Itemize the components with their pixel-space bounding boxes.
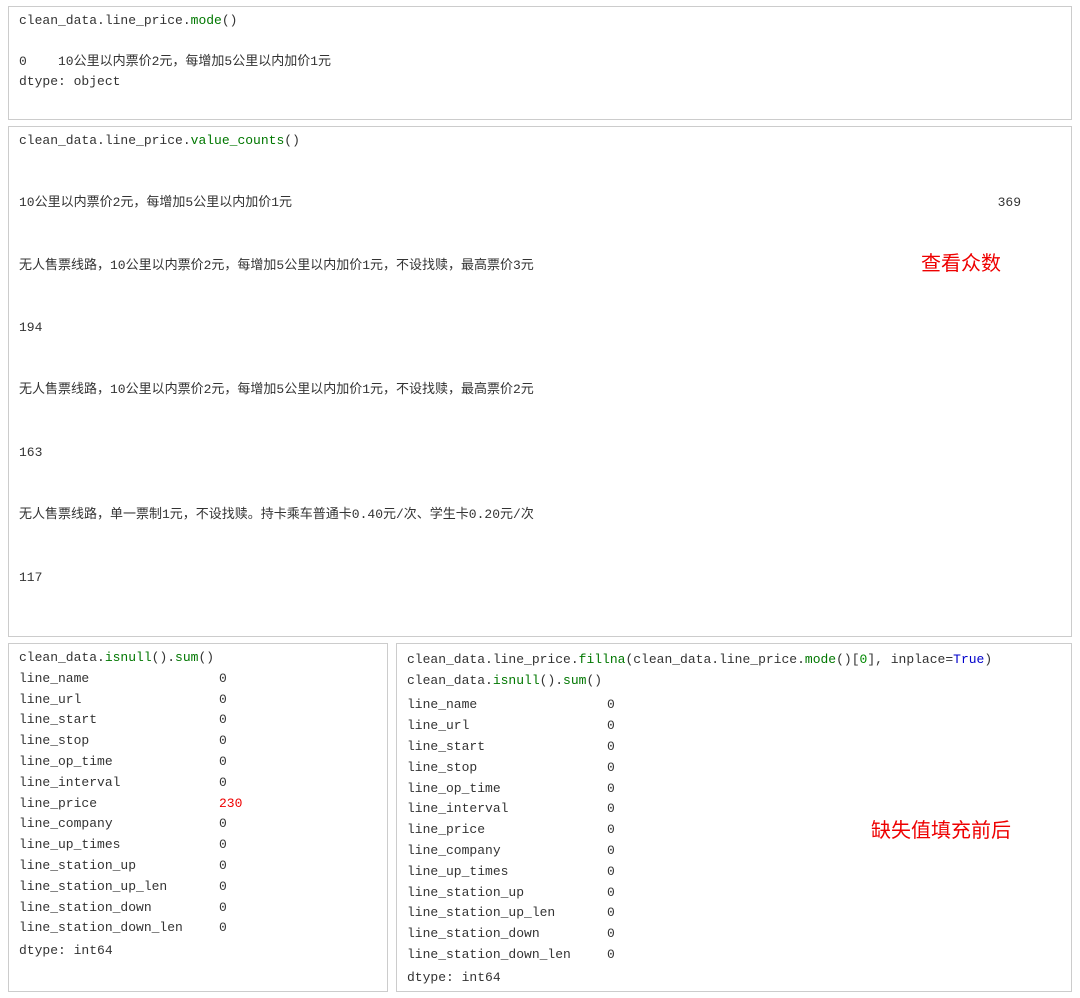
right-code-header: clean_data.line_price.fillna(clean_data.…	[407, 650, 1061, 692]
code-mode-text: clean_data.line_price.mode()	[19, 13, 237, 28]
val-line_url-r: 0	[607, 716, 647, 737]
field-line_url-r: line_url	[407, 716, 607, 737]
val-line_company-r: 0	[607, 841, 647, 862]
val-line_name-r: 0	[607, 695, 647, 716]
val-line_station_up-l: 0	[219, 856, 259, 877]
val-line_station_down_len-r: 0	[607, 945, 647, 966]
val-line_name-l: 0	[219, 669, 259, 690]
annotation-fill-缺失值: 缺失值填充前后	[871, 814, 1011, 843]
right-fillna-panel: clean_data.line_price.fillna(clean_data.…	[396, 643, 1072, 992]
field-line_name-l: line_name	[19, 669, 219, 690]
val-line_station_down_len-l: 0	[219, 918, 259, 939]
field-line_price-l: line_price	[19, 794, 219, 815]
cell-mode: clean_data.line_price.mode() 0 10公里以内票价2…	[8, 6, 1072, 120]
field-line_start-l: line_start	[19, 710, 219, 731]
field-line_url-l: line_url	[19, 690, 219, 711]
val-line_op_time-l: 0	[219, 752, 259, 773]
val-line_price-r: 0	[607, 820, 647, 841]
left-code-header: clean_data.isnull().sum()	[19, 650, 377, 665]
val-line_start-l: 0	[219, 710, 259, 731]
val-line_price-l: 230	[219, 794, 259, 815]
field-line_name-r: line_name	[407, 695, 607, 716]
field-line_price-r: line_price	[407, 820, 607, 841]
val-line_up_times-r: 0	[607, 862, 647, 883]
bottom-area: clean_data.isnull().sum() line_name0 lin…	[8, 643, 1072, 992]
val-line_company-l: 0	[219, 814, 259, 835]
val-line_interval-l: 0	[219, 773, 259, 794]
val-line_station_up_len-r: 0	[607, 903, 647, 924]
val-line_stop-l: 0	[219, 731, 259, 752]
field-line_station_up_len-r: line_station_up_len	[407, 903, 607, 924]
right-dtype: dtype: int64	[407, 970, 1061, 985]
field-line_up_times-r: line_up_times	[407, 862, 607, 883]
field-line_station_down_len-l: line_station_down_len	[19, 918, 219, 939]
field-line_company-r: line_company	[407, 841, 607, 862]
val-line_station_down-l: 0	[219, 898, 259, 919]
val-line_interval-r: 0	[607, 799, 647, 820]
val-line_station_down-r: 0	[607, 924, 647, 945]
field-line_start-r: line_start	[407, 737, 607, 758]
val-line_up_times-l: 0	[219, 835, 259, 856]
val-line_op_time-r: 0	[607, 779, 647, 800]
val-line_station_up_len-l: 0	[219, 877, 259, 898]
field-line_station_up-l: line_station_up	[19, 856, 219, 877]
field-line_station_down-r: line_station_down	[407, 924, 607, 945]
field-line_interval-l: line_interval	[19, 773, 219, 794]
output-vc: 10公里以内票价2元，每增加5公里以内加价1元369 无人售票线路，10公里以内…	[19, 152, 1061, 630]
field-line_op_time-r: line_op_time	[407, 779, 607, 800]
field-line_stop-l: line_stop	[19, 731, 219, 752]
val-line_station_up-r: 0	[607, 883, 647, 904]
field-line_interval-r: line_interval	[407, 799, 607, 820]
output-mode: 0 10公里以内票价2元，每增加5公里以内加价1元 dtype: object	[19, 32, 1061, 113]
left-null-table: line_name0 line_url0 line_start0 line_st…	[19, 669, 377, 939]
val-line_stop-r: 0	[607, 758, 647, 779]
field-line_station_up_len-l: line_station_up_len	[19, 877, 219, 898]
field-line_stop-r: line_stop	[407, 758, 607, 779]
left-dtype: dtype: int64	[19, 943, 377, 958]
field-line_op_time-l: line_op_time	[19, 752, 219, 773]
code-vc-text: clean_data.line_price.value_counts()	[19, 133, 300, 148]
annotation-view-众数: 查看众数	[921, 247, 1001, 276]
val-line_url-l: 0	[219, 690, 259, 711]
field-line_station_up-r: line_station_up	[407, 883, 607, 904]
field-line_station_down-l: line_station_down	[19, 898, 219, 919]
field-line_company-l: line_company	[19, 814, 219, 835]
left-isnull-panel: clean_data.isnull().sum() line_name0 lin…	[8, 643, 388, 992]
field-line_station_down_len-r: line_station_down_len	[407, 945, 607, 966]
val-line_start-r: 0	[607, 737, 647, 758]
cell-value-counts: clean_data.line_price.value_counts() 10公…	[8, 126, 1072, 637]
code-vc-header: clean_data.line_price.value_counts()	[19, 133, 1061, 148]
field-line_up_times-l: line_up_times	[19, 835, 219, 856]
code-mode-header: clean_data.line_price.mode()	[19, 13, 1061, 28]
